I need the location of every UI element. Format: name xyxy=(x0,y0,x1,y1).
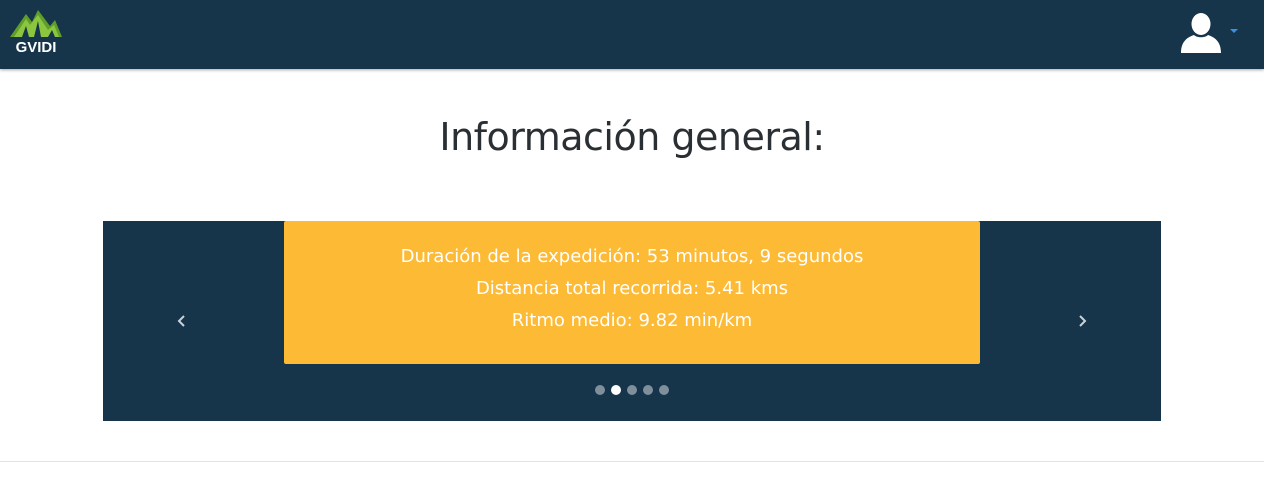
carousel-indicator-4[interactable] xyxy=(643,385,653,395)
carousel-indicator-2[interactable] xyxy=(611,385,621,395)
top-navbar: GVIDI xyxy=(0,0,1264,69)
caret-down-icon xyxy=(1230,29,1238,33)
carousel-prev-button[interactable] xyxy=(170,309,194,333)
carousel-indicator-5[interactable] xyxy=(659,385,669,395)
total-distance: Distancia total recorrida: 5.41 kms xyxy=(475,278,789,299)
mountain-logo-icon xyxy=(10,10,62,37)
chevron-left-icon xyxy=(177,315,185,327)
stats-carousel: Duración de la expedición: 53 minutos, 9… xyxy=(103,221,1161,421)
user-menu-toggle[interactable] xyxy=(1178,10,1242,56)
footer-divider xyxy=(0,461,1264,462)
page-title: Información general: xyxy=(439,115,825,159)
chevron-right-icon xyxy=(1079,315,1087,327)
average-pace: Ritmo medio: 9.82 min/km xyxy=(511,310,753,331)
carousel-indicators xyxy=(593,385,673,395)
carousel-slide: Duración de la expedición: 53 minutos, 9… xyxy=(284,221,980,364)
carousel-next-button[interactable] xyxy=(1070,309,1094,333)
user-avatar-icon xyxy=(1181,13,1221,53)
expedition-duration: Duración de la expedición: 53 minutos, 9… xyxy=(400,246,864,267)
brand-name: GVIDI xyxy=(15,39,57,56)
carousel-indicator-1[interactable] xyxy=(595,385,605,395)
carousel-indicator-3[interactable] xyxy=(627,385,637,395)
brand-logo[interactable]: GVIDI xyxy=(8,8,64,58)
